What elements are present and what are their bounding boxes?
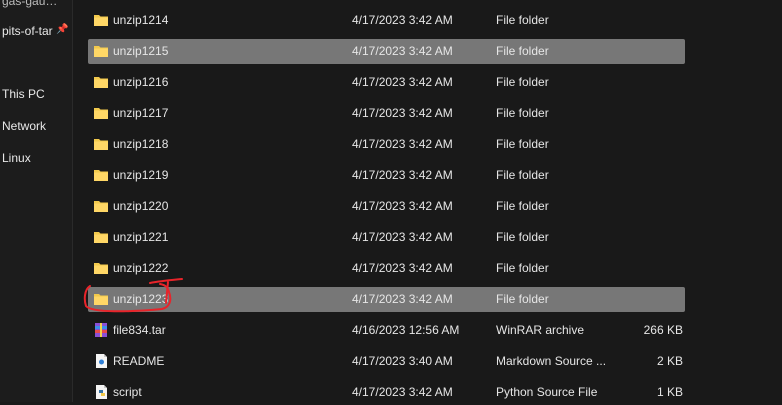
file-name: unzip1220 [113,199,169,213]
file-name: unzip1221 [113,230,169,244]
file-name: unzip1214 [113,13,169,27]
winrar-archive-icon [93,323,109,337]
date-modified: 4/17/2023 3:42 AM [352,13,453,27]
file-type: WinRAR archive [496,323,585,337]
sidebar-item-this-pc[interactable]: This PC [2,87,45,101]
file-type: Python Source File [496,385,598,399]
file-row[interactable]: README 4/17/2023 3:40 AM Markdown Source .… [88,349,685,374]
date-modified: 4/17/2023 3:42 AM [352,261,453,275]
file-type: File folder [496,261,549,275]
sidebar-item-cutoff[interactable]: gas‑gau… [2,0,57,8]
sidebar-item-linux[interactable]: Linux [2,151,31,165]
file-row[interactable]: unzip1218 4/17/2023 3:42 AM File folder [88,132,685,157]
file-name: script [113,385,142,399]
file-name: README [113,354,165,368]
folder-icon [93,75,109,89]
date-modified: 4/17/2023 3:42 AM [352,137,453,151]
date-modified: 4/17/2023 3:42 AM [352,292,453,306]
date-modified: 4/17/2023 3:42 AM [352,385,453,399]
folder-icon [93,13,109,27]
folder-icon [93,44,109,58]
file-size: 266 KB [643,323,683,337]
file-row[interactable]: script 4/17/2023 3:42 AM Python Source Fil… [88,380,685,405]
folder-icon [93,261,109,275]
file-name: unzip1219 [113,168,169,182]
file-type: File folder [496,137,549,151]
date-modified: 4/17/2023 3:42 AM [352,106,453,120]
sidebar-item-network[interactable]: Network [2,119,46,133]
file-row[interactable]: unzip1220 4/17/2023 3:42 AM File folder [88,194,685,219]
file-name: unzip1215 [113,44,169,58]
file-name: unzip1222 [113,261,169,275]
file-list: unzip1214 4/17/2023 3:42 AM File folder unz… [73,0,782,402]
file-row[interactable]: file834.tar 4/16/2023 12:56 AM WinRAR arch… [88,318,685,343]
date-modified: 4/17/2023 3:42 AM [352,168,453,182]
date-modified: 4/16/2023 12:56 AM [352,323,460,337]
file-name: unzip1217 [113,106,169,120]
date-modified: 4/17/2023 3:42 AM [352,44,453,58]
python-file-icon [93,385,109,399]
sidebar-item-pits-of-tar[interactable]: pits-of-tar [2,24,53,38]
file-size: 1 KB [656,385,683,399]
file-type: File folder [496,44,549,58]
date-modified: 4/17/2023 3:42 AM [352,75,453,89]
file-size: 2 KB [656,354,683,368]
file-type: File folder [496,199,549,213]
navigation-pane: gas‑gau… pits-of-tar 📌 This PC Network L… [0,0,73,402]
date-modified: 4/17/2023 3:42 AM [352,230,453,244]
file-row[interactable]: unzip1216 4/17/2023 3:42 AM File folder [88,70,685,95]
file-row[interactable]: unzip1221 4/17/2023 3:42 AM File folder [88,225,685,250]
file-type: File folder [496,292,549,306]
file-name: file834.tar [113,323,166,337]
folder-icon [93,106,109,120]
folder-icon [93,199,109,213]
file-name: unzip1223 [113,292,169,306]
file-row[interactable]: unzip1214 4/17/2023 3:42 AM File folder [88,8,685,33]
file-type: File folder [496,168,549,182]
folder-icon [93,168,109,182]
file-type: Markdown Source ... [496,354,607,368]
file-type: File folder [496,106,549,120]
file-type: File folder [496,230,549,244]
file-name: unzip1218 [113,137,169,151]
file-row[interactable]: unzip1215 4/17/2023 3:42 AM File folder [88,39,685,64]
file-row[interactable]: unzip1223 4/17/2023 3:42 AM File folder [88,287,685,312]
date-modified: 4/17/2023 3:40 AM [352,354,453,368]
file-row[interactable]: unzip1219 4/17/2023 3:42 AM File folder [88,163,685,188]
file-name: unzip1216 [113,75,169,89]
date-modified: 4/17/2023 3:42 AM [352,199,453,213]
pin-icon: 📌 [56,24,69,35]
file-row[interactable]: unzip1217 4/17/2023 3:42 AM File folder [88,101,685,126]
file-row[interactable]: unzip1222 4/17/2023 3:42 AM File folder [88,256,685,281]
file-type: File folder [496,13,549,27]
file-type: File folder [496,75,549,89]
folder-icon [93,230,109,244]
folder-icon [93,137,109,151]
markdown-file-icon [93,354,109,368]
folder-icon [93,292,109,306]
